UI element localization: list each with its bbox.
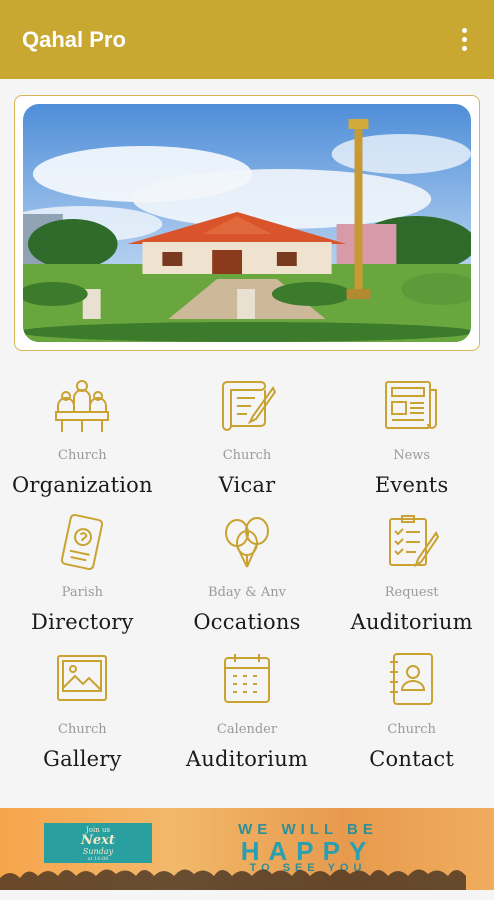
tile-title: Events bbox=[374, 473, 449, 497]
menu-tile-events[interactable]: News Events bbox=[329, 362, 494, 499]
tile-title: Organization bbox=[11, 473, 153, 497]
banner-box-line3: Sunday bbox=[82, 847, 114, 856]
gallery-icon bbox=[52, 650, 112, 708]
banner-box-line4: at 10:00 bbox=[87, 856, 109, 862]
banner-invite-box: Join us Next Sunday at 10:00 bbox=[44, 823, 152, 863]
menu-tile-gallery[interactable]: Church Gallery bbox=[0, 636, 165, 773]
menu-tile-request-auditorium[interactable]: Request Auditorium bbox=[329, 499, 494, 636]
checklist-icon bbox=[382, 513, 442, 571]
organization-icon bbox=[52, 376, 112, 434]
app-bar: Qahal Pro bbox=[0, 0, 494, 79]
tile-subtitle: Church bbox=[58, 722, 107, 737]
tile-title: Auditorium bbox=[185, 747, 309, 771]
tile-subtitle: Parish bbox=[61, 585, 103, 600]
more-vert-icon[interactable] bbox=[452, 25, 476, 55]
menu-tile-organization[interactable]: Church Organization bbox=[0, 362, 165, 499]
calendar-icon bbox=[217, 650, 277, 708]
menu-tile-directory[interactable]: Parish Directory bbox=[0, 499, 165, 636]
tile-title: Contact bbox=[369, 747, 455, 771]
menu-tile-contact[interactable]: Church Contact bbox=[329, 636, 494, 773]
tile-subtitle: Request bbox=[384, 585, 439, 600]
app-title: Qahal Pro bbox=[22, 26, 126, 52]
tile-title: Vicar bbox=[218, 473, 276, 497]
hero-card bbox=[14, 95, 480, 351]
crowd-silhouette bbox=[0, 869, 466, 890]
phone-icon bbox=[52, 513, 112, 571]
tile-subtitle: Bday & Anv bbox=[208, 585, 286, 600]
tile-title: Gallery bbox=[43, 747, 122, 771]
menu-tile-calender-auditorium[interactable]: Calender Auditorium bbox=[165, 636, 330, 773]
contacts-book-icon bbox=[382, 650, 442, 708]
menu-tile-occations[interactable]: Bday & Anv Occations bbox=[165, 499, 330, 636]
ad-banner[interactable]: Join us Next Sunday at 10:00 WE WILL BE … bbox=[0, 808, 494, 890]
tile-subtitle: Church bbox=[222, 448, 272, 463]
tile-subtitle: Calender bbox=[216, 722, 278, 737]
menu-tile-vicar[interactable]: Church Vicar bbox=[165, 362, 330, 499]
tile-title: Auditorium bbox=[350, 610, 473, 634]
newspaper-icon bbox=[382, 376, 442, 434]
tile-subtitle: News bbox=[393, 448, 431, 463]
tile-title: Directory bbox=[31, 610, 134, 634]
tile-subtitle: Church bbox=[58, 448, 107, 463]
tile-subtitle: Church bbox=[387, 722, 436, 737]
balloons-icon bbox=[217, 513, 277, 571]
banner-box-line2: Next bbox=[81, 833, 115, 848]
tile-title: Occations bbox=[193, 610, 301, 634]
scroll-quill-icon bbox=[217, 376, 277, 434]
menu-grid: Church Organization Church Vicar News Ev… bbox=[0, 362, 494, 773]
church-building-photo bbox=[23, 104, 471, 342]
